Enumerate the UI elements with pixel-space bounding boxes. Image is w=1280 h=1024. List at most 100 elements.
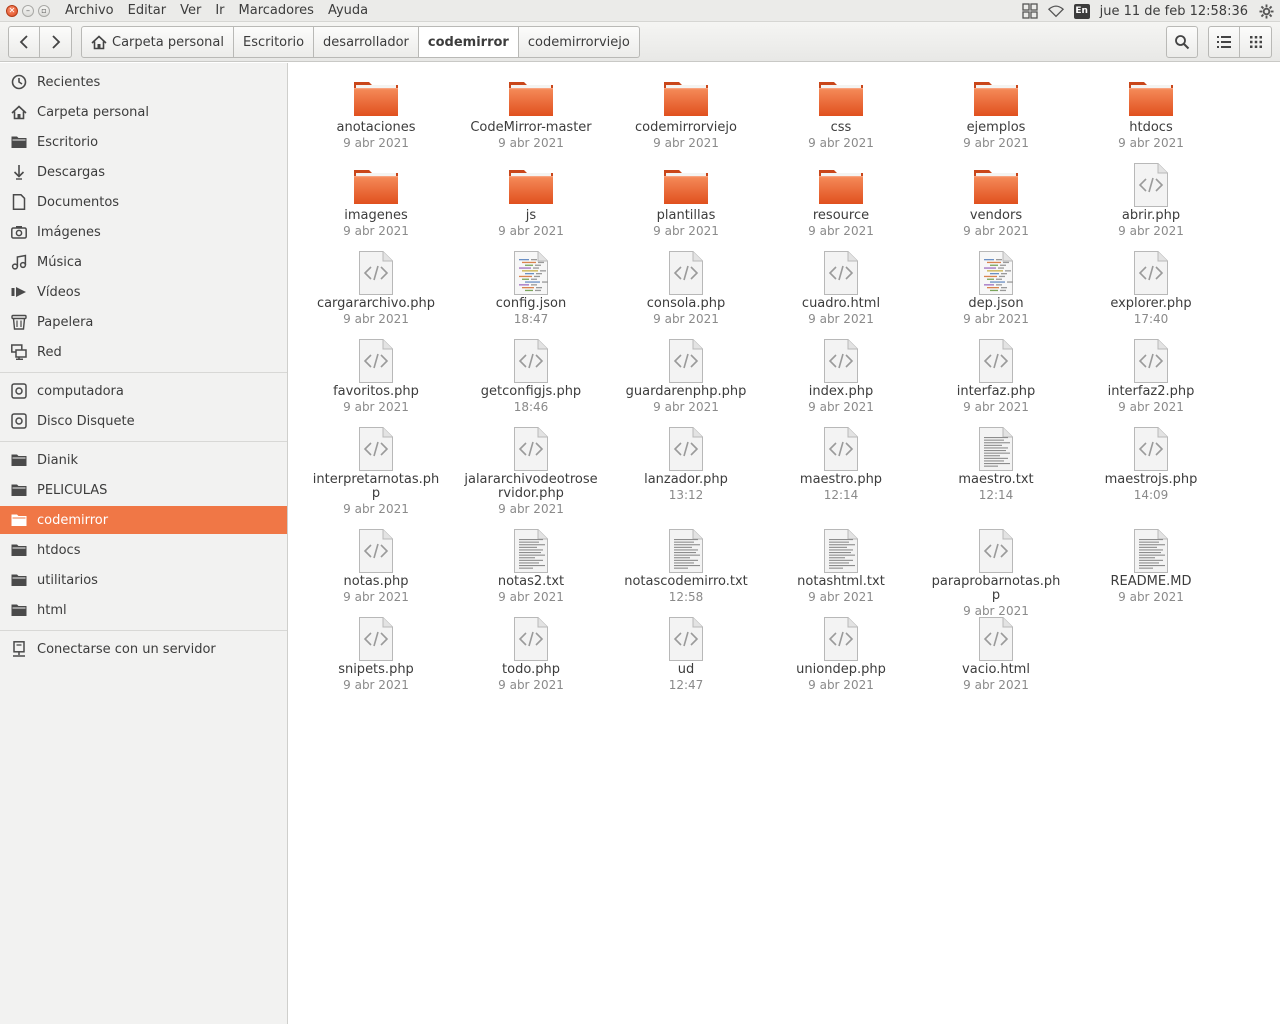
sidebar-item-disco-disquete[interactable]: Disco Disquete	[0, 407, 287, 435]
sidebar-item-codemirror[interactable]: codemirror	[0, 506, 287, 534]
file-date: 9 abr 2021	[343, 678, 409, 692]
folder-item[interactable]: css 9 abr 2021	[766, 73, 916, 151]
folder-icon	[10, 133, 28, 151]
sidebar-item-videos[interactable]: Vídeos	[0, 278, 287, 306]
sidebar-item-computadora[interactable]: computadora	[0, 377, 287, 405]
crumb-carpeta-personal[interactable]: Carpeta personal	[81, 26, 234, 58]
sidebar-item-recientes[interactable]: Recientes	[0, 68, 287, 96]
file-item[interactable]: interfaz2.php 9 abr 2021	[1076, 337, 1226, 415]
minimize-window-icon[interactable]: –	[22, 4, 34, 17]
sidebar-item-peliculas[interactable]: PELICULAS	[0, 476, 287, 504]
folder-item[interactable]: plantillas 9 abr 2021	[611, 161, 761, 239]
grid-view-button[interactable]	[1240, 26, 1272, 58]
file-item[interactable]: uniondep.php 9 abr 2021	[766, 615, 916, 693]
forward-button[interactable]	[40, 26, 72, 58]
file-item[interactable]: notas.php 9 abr 2021	[301, 527, 451, 605]
file-item[interactable]: paraprobarnotas.php 9 abr 2021	[921, 527, 1071, 619]
close-window-icon[interactable]: ✕	[6, 4, 18, 17]
folder-icon	[10, 541, 28, 559]
folder-item[interactable]: resource 9 abr 2021	[766, 161, 916, 239]
sidebar-item-utilitarios[interactable]: utilitarios	[0, 566, 287, 594]
file-item[interactable]: getconfigjs.php 18:46	[456, 337, 606, 415]
menu-ir[interactable]: Ir	[208, 0, 231, 22]
file-item[interactable]: abrir.php 9 abr 2021	[1076, 161, 1226, 239]
file-item[interactable]: notashtml.txt 9 abr 2021	[766, 527, 916, 605]
file-item[interactable]: interpretarnotas.php 9 abr 2021	[301, 425, 451, 517]
workspaces-icon[interactable]	[1021, 3, 1038, 19]
search-button[interactable]	[1166, 26, 1198, 58]
back-button[interactable]	[8, 26, 40, 58]
sidebar-item-musica[interactable]: Música	[0, 248, 287, 276]
toolbar: Carpeta personal Escritorio desarrollado…	[0, 22, 1280, 62]
gear-icon[interactable]	[1258, 3, 1274, 19]
music-icon	[10, 253, 28, 271]
folder-icon	[301, 73, 451, 121]
file-item[interactable]: jalararchivodeotroservidor.php 9 abr 2021	[456, 425, 606, 517]
file-name: codemirrorviejo	[635, 120, 737, 135]
folder-item[interactable]: anotaciones 9 abr 2021	[301, 73, 451, 151]
sidebar-item-htdocs[interactable]: htdocs	[0, 536, 287, 564]
menu-archivo[interactable]: Archivo	[58, 0, 121, 22]
menu-ayuda[interactable]: Ayuda	[321, 0, 375, 22]
keyboard-layout-indicator[interactable]: En	[1073, 3, 1090, 19]
folder-item[interactable]: codemirrorviejo 9 abr 2021	[611, 73, 761, 151]
list-view-button[interactable]	[1208, 26, 1240, 58]
file-item[interactable]: dep.json 9 abr 2021	[921, 249, 1071, 327]
crumb-codemirrorviejo[interactable]: codemirrorviejo	[518, 26, 640, 58]
folder-item[interactable]: ejemplos 9 abr 2021	[921, 73, 1071, 151]
crumb-escritorio[interactable]: Escritorio	[233, 26, 315, 58]
file-item[interactable]: maestrojs.php 14:09	[1076, 425, 1226, 503]
file-item[interactable]: index.php 9 abr 2021	[766, 337, 916, 415]
code-file-icon	[921, 527, 1071, 575]
folder-item[interactable]: js 9 abr 2021	[456, 161, 606, 239]
clock[interactable]: jue 11 de feb 12:58:36	[1100, 4, 1248, 19]
folder-item[interactable]: htdocs 9 abr 2021	[1076, 73, 1226, 151]
sidebar-item-carpeta-personal[interactable]: Carpeta personal	[0, 98, 287, 126]
crumb-codemirror[interactable]: codemirror	[418, 26, 519, 58]
file-item[interactable]: snipets.php 9 abr 2021	[301, 615, 451, 693]
file-item[interactable]: notas2.txt 9 abr 2021	[456, 527, 606, 605]
crumb-desarrollador[interactable]: desarrollador	[314, 26, 419, 58]
sidebar-item-documentos[interactable]: Documentos	[0, 188, 287, 216]
file-item[interactable]: todo.php 9 abr 2021	[456, 615, 606, 693]
file-item[interactable]: maestro.txt 12:14	[921, 425, 1071, 503]
top-panel: ✕ – ▫ Archivo Editar Ver Ir Marcadores A…	[0, 0, 1280, 22]
sidebar-item-html[interactable]: html	[0, 596, 287, 624]
file-item[interactable]: consola.php 9 abr 2021	[611, 249, 761, 327]
sidebar-item-dianik[interactable]: Dianik	[0, 446, 287, 474]
file-item[interactable]: maestro.php 12:14	[766, 425, 916, 503]
wifi-icon[interactable]	[1047, 3, 1064, 19]
file-item[interactable]: cargararchivo.php 9 abr 2021	[301, 249, 451, 327]
file-date: 9 abr 2021	[963, 312, 1029, 326]
menu-marcadores[interactable]: Marcadores	[232, 0, 321, 22]
sidebar-item-imagenes[interactable]: Imágenes	[0, 218, 287, 246]
file-date: 18:46	[513, 400, 549, 414]
code-file-icon	[1076, 161, 1226, 209]
folder-icon	[921, 73, 1071, 121]
file-item[interactable]: favoritos.php 9 abr 2021	[301, 337, 451, 415]
maximize-window-icon[interactable]: ▫	[38, 4, 50, 17]
menu-ver[interactable]: Ver	[173, 0, 208, 22]
file-item[interactable]: notascodemirro.txt 12:58	[611, 527, 761, 605]
file-item[interactable]: explorer.php 17:40	[1076, 249, 1226, 327]
sidebar-item-label: Documentos	[37, 194, 120, 210]
menu-editar[interactable]: Editar	[121, 0, 174, 22]
sidebar-item-red[interactable]: Red	[0, 338, 287, 366]
folder-item[interactable]: imagenes 9 abr 2021	[301, 161, 451, 239]
file-item[interactable]: cuadro.html 9 abr 2021	[766, 249, 916, 327]
sidebar-item-papelera[interactable]: Papelera	[0, 308, 287, 336]
folder-item[interactable]: CodeMirror-master 9 abr 2021	[456, 73, 606, 151]
file-item[interactable]: config.json 18:47	[456, 249, 606, 327]
file-name: imagenes	[344, 208, 408, 223]
file-item[interactable]: lanzador.php 13:12	[611, 425, 761, 503]
sidebar-item-label: Red	[37, 344, 62, 360]
file-item[interactable]: interfaz.php 9 abr 2021	[921, 337, 1071, 415]
file-item[interactable]: README.MD 9 abr 2021	[1076, 527, 1226, 605]
sidebar-item-escritorio[interactable]: Escritorio	[0, 128, 287, 156]
file-item[interactable]: guardarenphp.php 9 abr 2021	[611, 337, 761, 415]
file-item[interactable]: ud 12:47	[611, 615, 761, 693]
sidebar-item-conectarse-con-un-servidor[interactable]: Conectarse con un servidor	[0, 635, 287, 663]
sidebar-item-descargas[interactable]: Descargas	[0, 158, 287, 186]
folder-item[interactable]: vendors 9 abr 2021	[921, 161, 1071, 239]
file-item[interactable]: vacio.html 9 abr 2021	[921, 615, 1071, 693]
